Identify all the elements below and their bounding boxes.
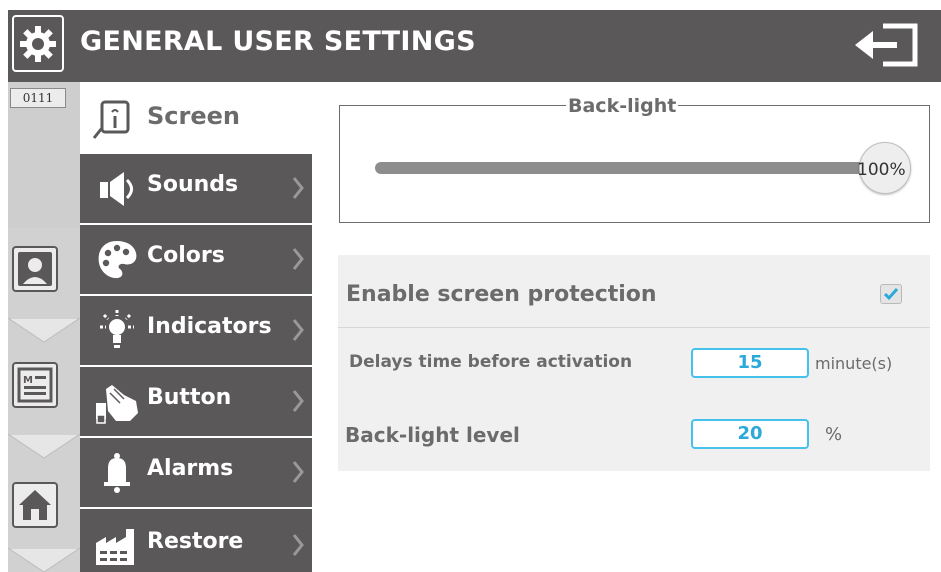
menu-document-icon[interactable]: M (12, 362, 58, 408)
delay-time-label: Delays time before activation (349, 352, 633, 372)
strip-arrow-down (8, 318, 80, 343)
exit-icon[interactable] (853, 22, 921, 68)
settings-gear-icon[interactable] (12, 15, 64, 72)
chevron-right-icon (292, 177, 304, 199)
home-icon[interactable] (12, 482, 58, 528)
lightbulb-icon (94, 308, 140, 354)
delay-time-unit: minute(s) (815, 354, 893, 373)
chevron-right-icon (292, 461, 304, 483)
svg-text:M: M (23, 375, 33, 386)
chevron-right-icon (292, 319, 304, 341)
backlight-slider-value: 100% (857, 160, 906, 180)
backlight-level-unit: % (825, 424, 843, 445)
menu-item-button[interactable]: Button (80, 366, 312, 436)
screen-protection-checkbox[interactable] (880, 284, 902, 304)
backlight-level-label: Back-light level (345, 423, 520, 447)
menu-item-screen[interactable]: Screen (80, 82, 312, 154)
menu-item-restore[interactable]: Restore (80, 508, 312, 572)
menu-item-label: Screen (147, 102, 240, 130)
menu-item-label: Alarms (147, 456, 234, 481)
app-window: GENERAL USER SETTINGS 0111 M Screen Soun… (0, 0, 941, 572)
menu-item-label: Restore (147, 529, 244, 554)
menu-item-label: Colors (147, 243, 225, 268)
palette-icon (94, 237, 140, 283)
menu-item-indicators[interactable]: Indicators (80, 295, 312, 365)
menu-item-colors[interactable]: Colors (80, 224, 312, 294)
header: GENERAL USER SETTINGS (0, 0, 941, 82)
menu-item-label: Button (147, 385, 232, 410)
backlight-level-input[interactable]: 20 (691, 419, 809, 449)
speaker-icon (94, 166, 140, 212)
code-badge: 0111 (10, 88, 66, 108)
menu-item-label: Indicators (147, 314, 272, 339)
backlight-title: Back-light (566, 95, 679, 117)
menu-item-sounds[interactable]: Sounds (80, 153, 312, 223)
touchscreen-icon (90, 98, 134, 142)
chevron-right-icon (292, 390, 304, 412)
backlight-slider-track[interactable] (375, 162, 885, 174)
user-profile-icon[interactable] (12, 246, 58, 292)
chevron-right-icon (292, 248, 304, 270)
menu-item-alarms[interactable]: Alarms (80, 437, 312, 507)
factory-icon (94, 521, 140, 567)
bell-icon (94, 450, 140, 496)
menu-item-label: Sounds (147, 172, 239, 197)
checkmark-icon (883, 288, 899, 301)
chevron-right-icon (292, 534, 304, 556)
screen-protection-label: Enable screen protection (346, 282, 657, 307)
page-title: GENERAL USER SETTINGS (80, 26, 476, 57)
hand-press-icon (94, 379, 140, 425)
strip-arrow-down (8, 434, 80, 459)
delay-time-input[interactable]: 15 (691, 348, 809, 378)
strip-arrow-down (8, 548, 80, 572)
